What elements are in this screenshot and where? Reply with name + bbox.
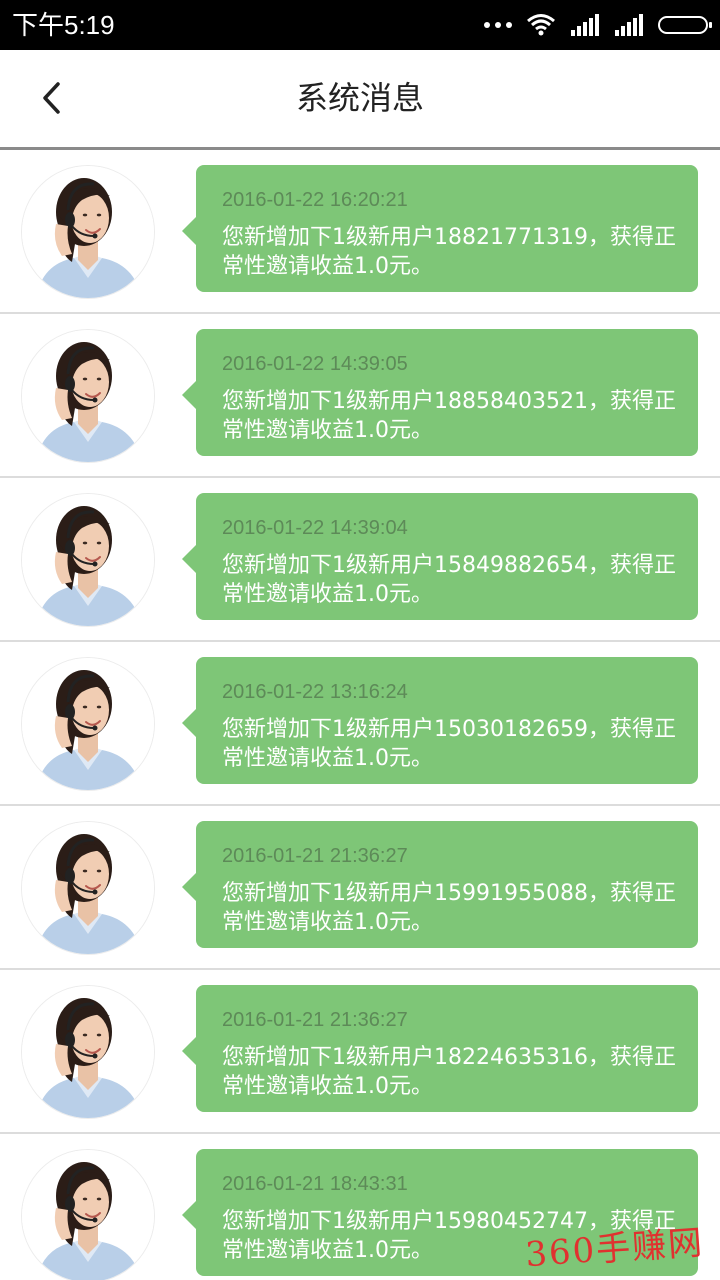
message-text: 您新增加下1级新用户15991955088，获得正常性邀请收益1.0元。	[222, 881, 676, 935]
message-item[interactable]: 2016-01-21 21:36:27 您新增加下1级新用户1599195508…	[0, 806, 720, 970]
message-bubble: 2016-01-21 21:36:27 您新增加下1级新用户1822463531…	[182, 985, 698, 1112]
message-text: 您新增加下1级新用户18858403521，获得正常性邀请收益1.0元。	[222, 389, 676, 443]
signal-icon	[571, 14, 599, 36]
message-timestamp: 2016-01-22 14:39:04	[222, 517, 408, 539]
avatar	[22, 166, 154, 298]
message-item[interactable]: 2016-01-22 13:16:24 您新增加下1级新用户1503018265…	[0, 642, 720, 806]
message-item[interactable]: 2016-01-21 21:36:27 您新增加下1级新用户1822463531…	[0, 970, 720, 1134]
message-bubble: 2016-01-22 14:39:04 您新增加下1级新用户1584988265…	[182, 493, 698, 620]
agent-avatar-icon	[22, 1150, 154, 1280]
more-dots-icon	[484, 22, 512, 28]
message-timestamp: 2016-01-21 18:43:31	[222, 1173, 408, 1195]
message-bubble: 2016-01-22 14:39:05 您新增加下1级新用户1885840352…	[182, 329, 698, 456]
status-time: 下午5:19	[12, 10, 115, 40]
header: 系统消息	[0, 50, 720, 150]
avatar	[22, 1150, 154, 1280]
avatar	[22, 494, 154, 626]
avatar	[22, 658, 154, 790]
avatar	[22, 822, 154, 954]
message-item[interactable]: 2016-01-22 14:39:05 您新增加下1级新用户1885840352…	[0, 314, 720, 478]
message-timestamp: 2016-01-22 14:39:05	[222, 353, 408, 375]
message-text: 您新增加下1级新用户18224635316，获得正常性邀请收益1.0元。	[222, 1045, 676, 1099]
agent-avatar-icon	[22, 658, 154, 790]
message-bubble: 2016-01-21 21:36:27 您新增加下1级新用户1599195508…	[182, 821, 698, 948]
message-text: 您新增加下1级新用户15030182659，获得正常性邀请收益1.0元。	[222, 717, 676, 771]
agent-avatar-icon	[22, 822, 154, 954]
agent-avatar-icon	[22, 166, 154, 298]
message-timestamp: 2016-01-22 13:16:24	[222, 681, 408, 703]
agent-avatar-icon	[22, 330, 154, 462]
message-item[interactable]: 2016-01-22 16:20:21 您新增加下1级新用户1882177131…	[0, 150, 720, 314]
avatar	[22, 986, 154, 1118]
battery-icon	[658, 16, 712, 34]
message-bubble: 2016-01-22 13:16:24 您新增加下1级新用户1503018265…	[182, 657, 698, 784]
wifi-icon	[527, 14, 555, 36]
signal-icon	[615, 14, 643, 36]
message-item[interactable]: 2016-01-22 14:39:04 您新增加下1级新用户1584988265…	[0, 478, 720, 642]
message-bubble: 2016-01-22 16:20:21 您新增加下1级新用户1882177131…	[182, 165, 698, 292]
agent-avatar-icon	[22, 494, 154, 626]
status-icons	[484, 0, 712, 50]
avatar	[22, 330, 154, 462]
message-text: 您新增加下1级新用户15849882654，获得正常性邀请收益1.0元。	[222, 553, 676, 607]
message-timestamp: 2016-01-22 16:20:21	[222, 189, 408, 211]
message-timestamp: 2016-01-21 21:36:27	[222, 845, 408, 867]
message-list[interactable]: 2016-01-22 16:20:21 您新增加下1级新用户1882177131…	[0, 150, 720, 1280]
status-bar: 下午5:19	[0, 0, 720, 50]
page-title: 系统消息	[295, 79, 424, 117]
message-timestamp: 2016-01-21 21:36:27	[222, 1009, 408, 1031]
agent-avatar-icon	[22, 986, 154, 1118]
message-text: 您新增加下1级新用户18821771319，获得正常性邀请收益1.0元。	[222, 225, 676, 279]
